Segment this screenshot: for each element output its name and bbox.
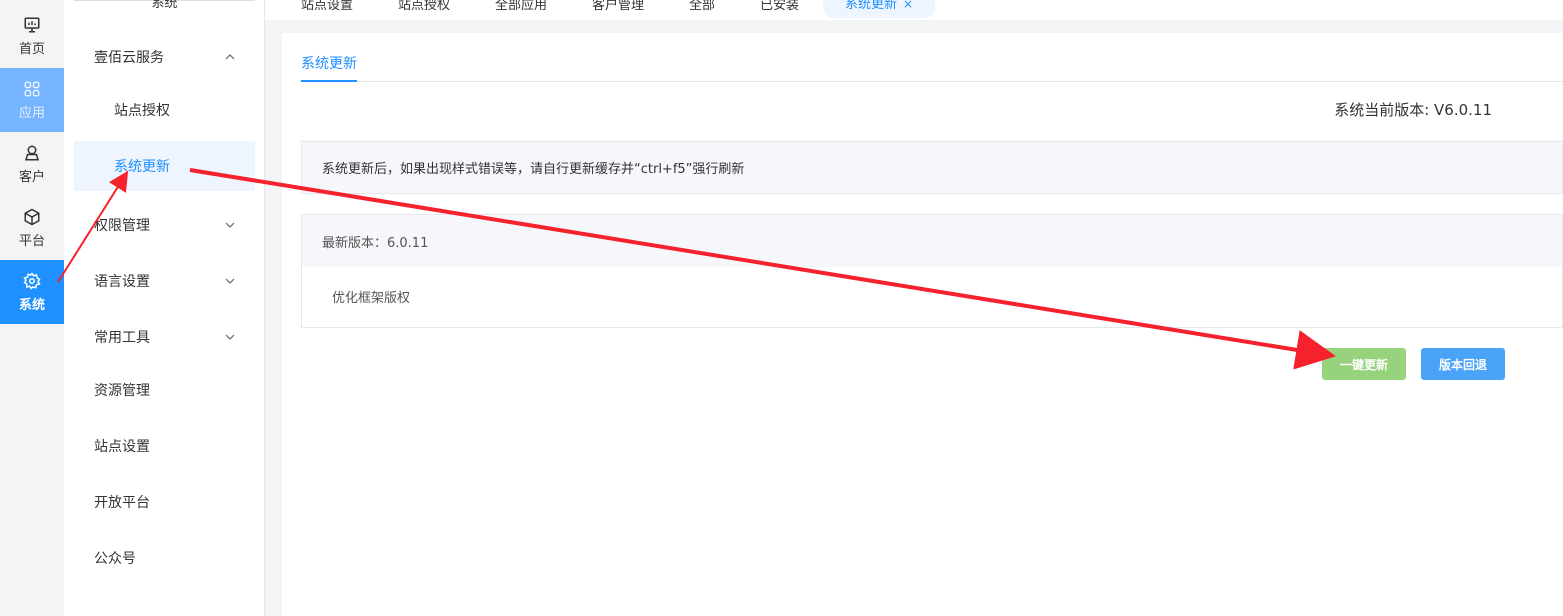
- rail-label: 应用: [18, 105, 45, 121]
- menu-item-label: 权限管理: [94, 218, 150, 234]
- menu-item-label: 站点授权: [114, 103, 170, 119]
- release-header: 最新版本：6.0.11: [302, 215, 1562, 267]
- menu-item-label: 站点设置: [94, 439, 150, 455]
- rail-item-apps[interactable]: 应用: [0, 68, 64, 132]
- active-tab-underline: [301, 80, 357, 82]
- menu-item-label: 开放平台: [94, 495, 150, 511]
- chevron-down-icon: [225, 222, 235, 228]
- menu-item-language[interactable]: 语言设置: [74, 256, 255, 306]
- tab-installed[interactable]: 已安装: [760, 0, 799, 18]
- app-root: 首页 应用 客户 平台 系统 系统 壹佰云服务 站点授权 系统更新 权限管理 语…: [0, 0, 1563, 616]
- tab-system-update[interactable]: 系统更新 ×: [823, 0, 936, 18]
- tab-customer-management[interactable]: 客户管理: [592, 0, 644, 18]
- menu-item-system-update[interactable]: 系统更新: [74, 141, 255, 191]
- release-note: 优化框架版权: [332, 291, 411, 306]
- menu-item-permissions[interactable]: 权限管理: [74, 200, 255, 250]
- apps-grid-icon: [24, 81, 40, 96]
- notice-text: 系统更新后，如果出现样式错误等，请自行更新缓存并“ctrl+f5”强行刷新: [322, 162, 745, 177]
- monitor-icon: [24, 17, 40, 32]
- menu-item-label: 壹佰云服务: [94, 50, 164, 66]
- one-click-update-button[interactable]: 一键更新: [1322, 348, 1406, 380]
- tab-site-settings[interactable]: 站点设置: [301, 0, 353, 18]
- tab-label: 系统更新: [845, 0, 898, 12]
- gear-icon: [23, 271, 41, 290]
- rail-item-system[interactable]: 系统: [0, 260, 64, 324]
- user-icon: [25, 145, 39, 160]
- update-notice: 系统更新后，如果出现样式错误等，请自行更新缓存并“ctrl+f5”强行刷新: [301, 141, 1563, 194]
- menu-item-site-settings[interactable]: 站点设置: [74, 421, 255, 471]
- menu-item-label: 常用工具: [94, 330, 150, 346]
- icon-rail: 首页 应用 客户 平台 系统: [0, 0, 64, 616]
- release-card: 最新版本：6.0.11 优化框架版权: [301, 214, 1563, 328]
- tab-bar: 站点设置 站点授权 全部应用 客户管理 全部 已安装 系统更新 ×: [265, 0, 1563, 20]
- rail-label: 平台: [18, 233, 45, 249]
- close-icon[interactable]: ×: [903, 0, 913, 11]
- menu-item-official-account[interactable]: 公众号: [74, 533, 255, 583]
- cube-icon: [24, 208, 40, 225]
- menu-item-open-platform[interactable]: 开放平台: [74, 477, 255, 527]
- tab-all-apps[interactable]: 全部应用: [495, 0, 547, 18]
- release-title: 最新版本：6.0.11: [322, 235, 429, 251]
- menu-item-tools[interactable]: 常用工具: [74, 312, 255, 362]
- secondary-menu: 系统 壹佰云服务 站点授权 系统更新 权限管理 语言设置 常用工具 资源管理 站…: [64, 0, 265, 616]
- inner-tab-system-update[interactable]: 系统更新: [301, 53, 357, 73]
- current-version-text: 系统当前版本: V6.0.11: [1334, 101, 1492, 119]
- tab-all[interactable]: 全部: [689, 0, 715, 18]
- rail-label: 首页: [18, 41, 45, 57]
- chevron-up-icon: [225, 54, 235, 60]
- chevron-down-icon: [225, 278, 235, 284]
- menu-group-title: 系统: [151, 0, 178, 11]
- menu-item-resources[interactable]: 资源管理: [74, 365, 255, 415]
- tab-site-license[interactable]: 站点授权: [398, 0, 450, 18]
- tab-divider: [301, 81, 1563, 82]
- chevron-down-icon: [225, 334, 235, 340]
- menu-item-site-license[interactable]: 站点授权: [74, 85, 255, 135]
- rail-item-home[interactable]: 首页: [0, 4, 64, 68]
- rail-label: 客户: [18, 169, 45, 185]
- menu-item-label: 语言设置: [94, 274, 150, 290]
- release-body: 优化框架版权: [302, 267, 1562, 326]
- rail-label: 系统: [18, 297, 45, 313]
- rail-item-platform[interactable]: 平台: [0, 196, 64, 260]
- menu-item-label: 公众号: [94, 551, 136, 567]
- version-rollback-button[interactable]: 版本回退: [1421, 348, 1505, 380]
- rail-item-customers[interactable]: 客户: [0, 132, 64, 196]
- content-panel: 系统更新 系统当前版本: V6.0.11 系统更新后，如果出现样式错误等，请自行…: [282, 33, 1563, 616]
- menu-item-label: 系统更新: [114, 159, 170, 175]
- menu-item-cloud-service[interactable]: 壹佰云服务: [74, 32, 255, 82]
- menu-item-label: 资源管理: [94, 383, 150, 399]
